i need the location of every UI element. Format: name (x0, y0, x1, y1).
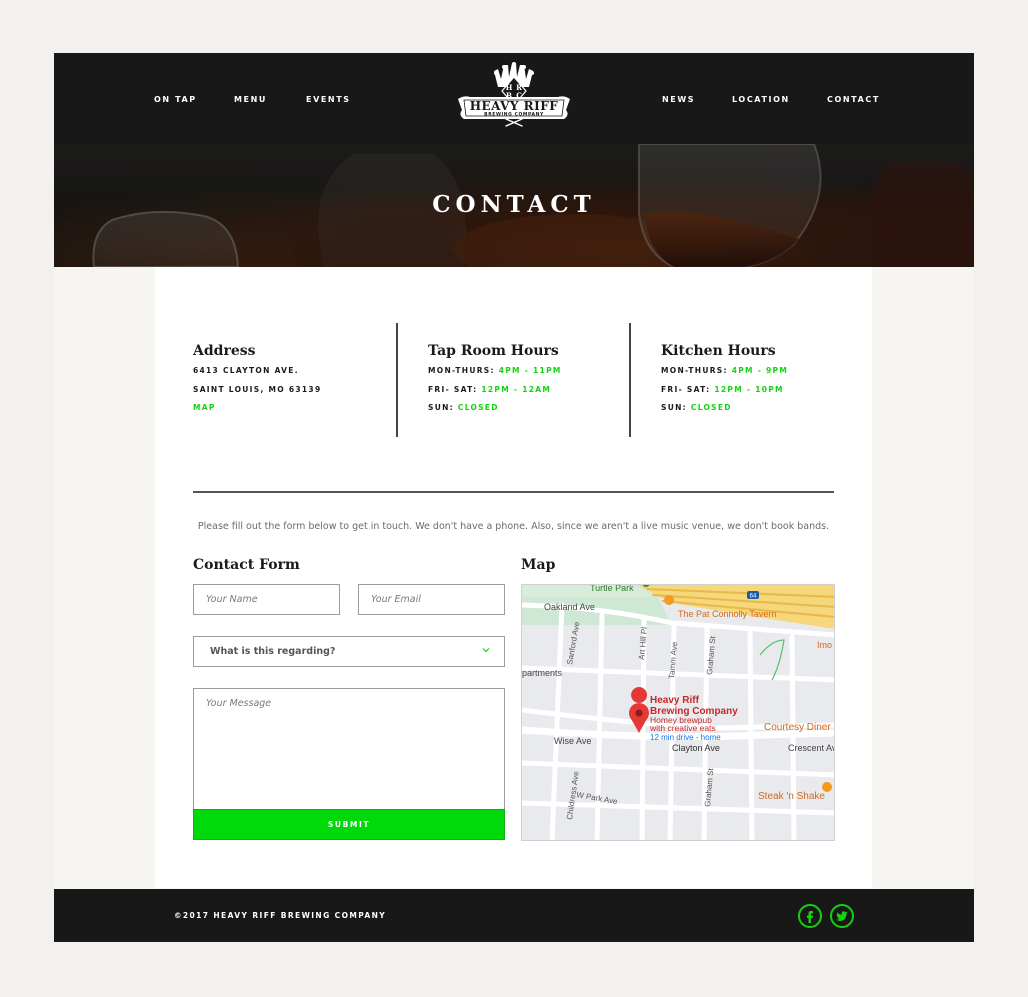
hours-value: 12PM - 12AM (481, 384, 552, 394)
nav-news[interactable]: NEWS (662, 95, 695, 104)
facebook-link[interactable] (798, 904, 822, 928)
address-heading: Address (193, 343, 256, 359)
hours-label: MON-THURS: (661, 366, 728, 375)
nav-on-tap[interactable]: ON TAP (154, 95, 197, 104)
hours-label: SUN: (661, 403, 687, 412)
hours-label: MON-THURS: (428, 366, 495, 375)
hours-value: CLOSED (457, 403, 499, 412)
chevron-down-icon (482, 648, 490, 653)
map-label-crescent: Crescent Av (788, 743, 835, 753)
hours-label: FRI- SAT: (428, 384, 478, 394)
kitchen-row: FRI- SAT: 12PM - 10PM (661, 385, 788, 404)
map-label-apartments: partments (522, 668, 563, 678)
hours-value: 12PM - 10PM (714, 384, 784, 394)
address-block: Address 6413 CLAYTON AVE. SAINT LOUIS, M… (193, 343, 321, 422)
taproom-row: SUN: CLOSED (428, 403, 562, 422)
site-footer: ©2017 HEAVY RIFF BREWING COMPANY (54, 889, 974, 942)
map-label-courtesy: Courtesy Diner (764, 722, 831, 733)
taproom-heading: Tap Room Hours (428, 343, 559, 359)
regarding-select[interactable]: What is this regarding? (193, 636, 505, 667)
column-divider (629, 323, 631, 437)
name-input[interactable]: Your Name (193, 584, 340, 615)
nav-contact[interactable]: CONTACT (827, 95, 880, 104)
map-place-name-1: Heavy Riff (650, 695, 700, 706)
page-title: CONTACT (432, 191, 596, 218)
site-header: ON TAP MENU EVENTS NEWS LOCATION CONTACT… (54, 53, 974, 144)
copyright-text: ©2017 HEAVY RIFF BREWING COMPANY (174, 911, 387, 920)
kitchen-row: MON-THURS: 4PM - 9PM (661, 366, 788, 385)
map-label-clayton: Clayton Ave (672, 743, 720, 753)
location-map[interactable]: Oakland Ave Turtle Park The Pat Connolly… (521, 584, 835, 841)
taproom-row: MON-THURS: 4PM - 11PM (428, 366, 562, 385)
address-line-2: SAINT LOUIS, MO 63139 (193, 384, 322, 394)
taproom-row: FRI- SAT: 12PM - 12AM (428, 385, 562, 404)
content-panel: Address 6413 CLAYTON AVE. SAINT LOUIS, M… (155, 267, 872, 888)
map-label-steak: Steak 'n Shake (758, 791, 825, 802)
message-placeholder: Your Message (206, 698, 272, 709)
twitter-icon (836, 911, 848, 921)
message-textarea[interactable]: Your Message (193, 688, 505, 810)
map-label-hwy: 64 (750, 594, 757, 600)
address-line-1: 6413 CLAYTON AVE. (193, 366, 299, 375)
column-divider (396, 323, 398, 437)
intro-text: Please fill out the form below to get in… (197, 521, 830, 532)
map-drive-time: 12 min drive - home (650, 733, 721, 742)
hours-label: SUN: (428, 403, 454, 412)
twitter-link[interactable] (830, 904, 854, 928)
hours-value: CLOSED (690, 403, 732, 412)
nav-events[interactable]: EVENTS (306, 95, 351, 104)
map-label-sanford: Sanford Ave (565, 620, 582, 665)
map-link[interactable]: MAP (193, 403, 321, 422)
kitchen-heading: Kitchen Hours (661, 343, 776, 359)
brand-logo[interactable]: H R B C HEAVY RIFF BREWING COMPANY (454, 61, 574, 127)
map-label-art-hill: Art Hill Pl (637, 626, 649, 660)
email-placeholder: Your Email (371, 594, 421, 605)
regarding-selected: What is this regarding? (210, 646, 336, 657)
kitchen-row: SUN: CLOSED (661, 403, 788, 422)
contact-form-heading: Contact Form (193, 557, 300, 573)
map-label-imo: Imo (817, 640, 832, 650)
map-label-wise: Wise Ave (554, 736, 591, 746)
map-label-oakland: Oakland Ave (544, 602, 595, 612)
section-divider (193, 491, 834, 493)
submit-button[interactable]: SUBMIT (193, 809, 505, 840)
facebook-icon (807, 911, 813, 923)
taproom-hours-block: Tap Room Hours MON-THURS: 4PM - 11PM FRI… (428, 343, 562, 422)
map-place-desc-2: with creative eats (649, 723, 716, 733)
email-input[interactable]: Your Email (358, 584, 505, 615)
hours-value: 4PM - 11PM (498, 366, 562, 375)
nav-menu[interactable]: MENU (234, 95, 267, 104)
hero-banner: CONTACT (54, 144, 974, 267)
hours-label: FRI- SAT: (661, 384, 711, 394)
page-frame: ON TAP MENU EVENTS NEWS LOCATION CONTACT… (54, 53, 974, 942)
logo-tagline: BREWING COMPANY (484, 112, 544, 118)
kitchen-hours-block: Kitchen Hours MON-THURS: 4PM - 9PM FRI- … (661, 343, 788, 422)
logo-wordmark: HEAVY RIFF (470, 99, 559, 113)
map-label-tavern: The Pat Connolly Tavern (678, 609, 776, 619)
nav-location[interactable]: LOCATION (732, 95, 790, 104)
map-heading: Map (521, 557, 556, 573)
hours-value: 4PM - 9PM (731, 366, 789, 375)
name-placeholder: Your Name (206, 594, 258, 605)
map-label-turtle-park: Turtle Park (590, 585, 634, 593)
